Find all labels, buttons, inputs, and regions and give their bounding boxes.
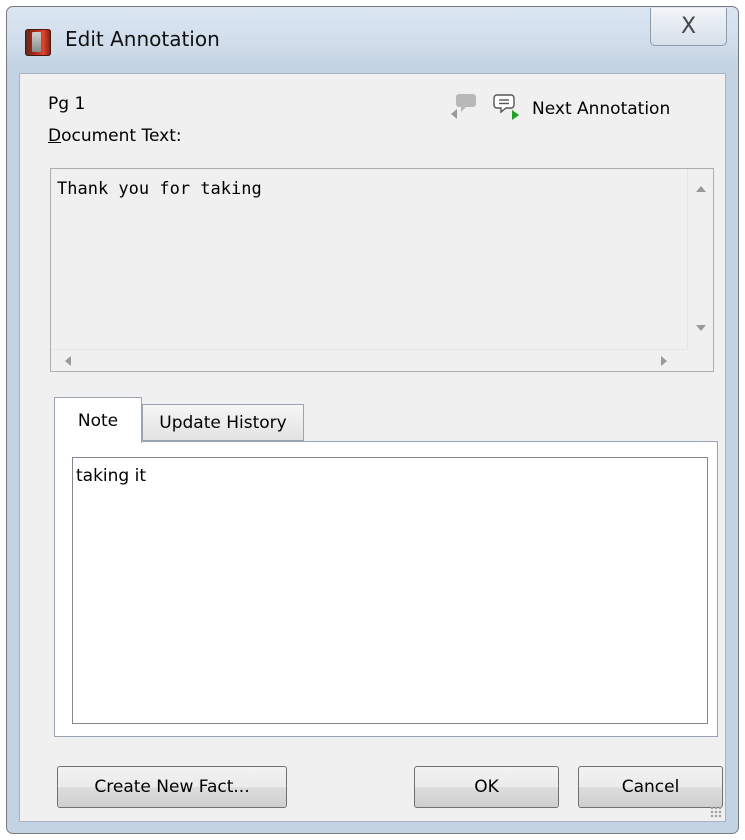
close-button[interactable]: X — [650, 8, 727, 46]
note-tab-panel: taking it — [54, 441, 718, 737]
scroll-up-icon[interactable] — [696, 186, 706, 192]
app-icon — [25, 29, 51, 56]
scroll-right-icon[interactable] — [661, 356, 667, 366]
tab-update-history[interactable]: Update History — [142, 404, 304, 441]
vertical-scrollbar[interactable] — [687, 169, 713, 349]
next-annotation-button[interactable]: Next Annotation — [492, 90, 670, 124]
document-text-label-mnemonic: D — [48, 126, 62, 146]
create-new-fact-button[interactable]: Create New Fact... — [57, 766, 287, 808]
document-text-box[interactable]: Thank you for taking — [50, 168, 714, 372]
document-text-label: Document Text: — [48, 126, 182, 146]
previous-annotation-icon — [451, 94, 476, 119]
tab-note[interactable]: Note — [54, 397, 142, 443]
document-text-label-rest: ocument Text: — [61, 126, 182, 146]
dialog-body: Pg 1 Document Text: Next Annotation Than… — [19, 73, 726, 822]
previous-annotation-button[interactable] — [448, 90, 480, 124]
close-icon: X — [680, 14, 697, 39]
horizontal-scrollbar[interactable] — [51, 349, 687, 371]
edit-annotation-window: Edit Annotation X Pg 1 Document Text: Ne… — [6, 6, 739, 834]
next-annotation-icon — [493, 94, 519, 120]
note-textarea[interactable]: taking it — [72, 457, 708, 724]
ok-button[interactable]: OK — [414, 766, 559, 808]
window-title: Edit Annotation — [65, 27, 220, 51]
scroll-down-icon[interactable] — [696, 325, 706, 331]
next-annotation-label: Next Annotation — [532, 99, 671, 119]
document-text: Thank you for taking — [57, 179, 262, 199]
cancel-button[interactable]: Cancel — [578, 766, 723, 808]
title-bar[interactable]: Edit Annotation X — [7, 7, 738, 73]
page-number: Pg 1 — [48, 94, 86, 114]
resize-grip-icon[interactable] — [710, 806, 722, 818]
scroll-left-icon[interactable] — [65, 356, 71, 366]
